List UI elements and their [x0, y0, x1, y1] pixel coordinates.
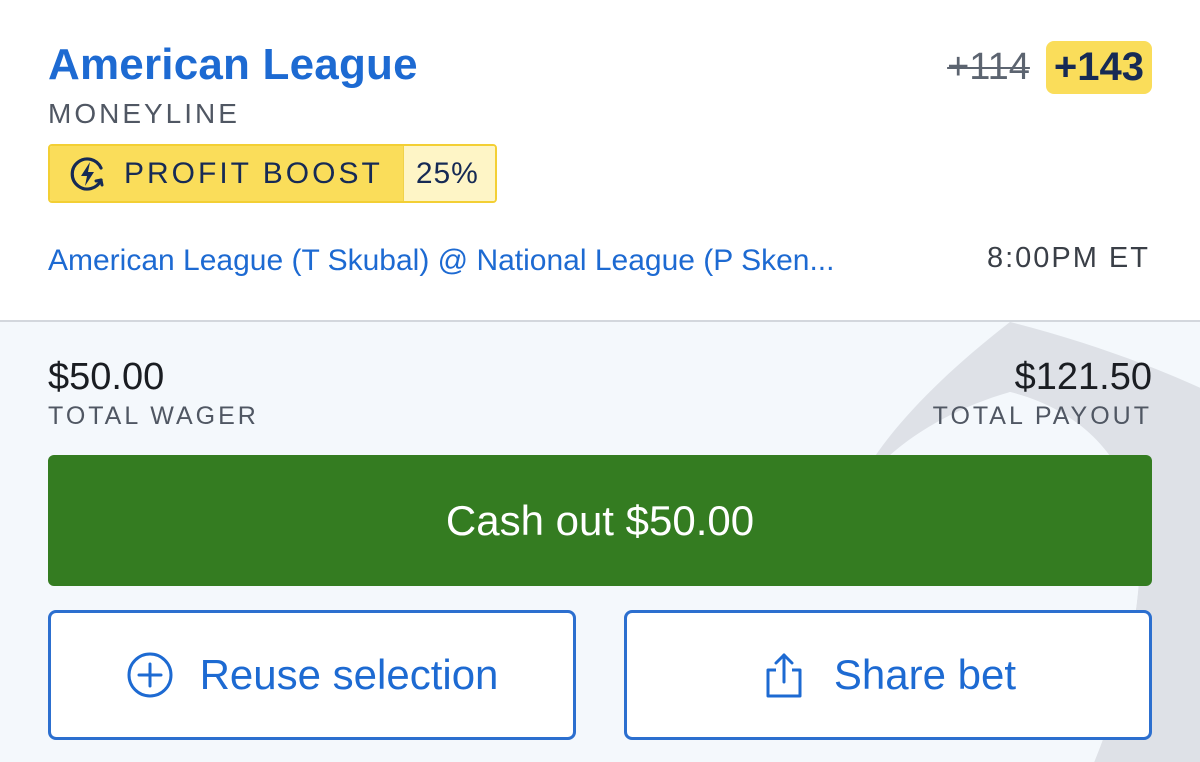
selection-name: American League — [48, 40, 418, 89]
profit-boost-main: PROFIT BOOST — [50, 146, 403, 201]
event-time: 8:00PM ET — [986, 242, 1150, 274]
event-matchup-link[interactable]: American League (T Skubal) @ National Le… — [48, 244, 943, 278]
cash-out-button[interactable]: Cash out $50.00 — [48, 455, 1152, 586]
cash-out-label: Cash out $50.00 — [445, 496, 755, 544]
reuse-selection-button[interactable]: Reuse selection — [48, 610, 576, 740]
original-odds: +114 — [947, 45, 1030, 88]
market-type: MONEYLINE — [48, 98, 240, 129]
reuse-selection-label: Reuse selection — [199, 651, 499, 698]
plus-circle-icon — [126, 651, 174, 699]
profit-boost-label: PROFIT BOOST — [124, 156, 383, 190]
profit-boost-badge: PROFIT BOOST 25% — [48, 144, 497, 203]
share-bet-label: Share bet — [833, 651, 1017, 698]
total-wager-amount: $50.00 — [48, 356, 165, 398]
bet-card: American League MONEYLINE +114 +143 PROF… — [0, 0, 1200, 762]
boosted-odds: +143 — [1045, 40, 1152, 94]
odds-display: +114 +143 — [947, 38, 1152, 96]
total-wager-label: TOTAL WAGER — [48, 402, 259, 430]
bolt-refresh-icon — [68, 154, 108, 194]
total-payout-label: TOTAL PAYOUT — [932, 402, 1152, 430]
share-icon — [760, 651, 808, 699]
bet-header: American League MONEYLINE +114 +143 PROF… — [0, 0, 1200, 322]
profit-boost-percent: 25% — [402, 146, 495, 201]
bet-summary: $50.00 TOTAL WAGER $121.50 TOTAL PAYOUT … — [0, 322, 1200, 762]
total-payout-amount: $121.50 — [1014, 356, 1152, 398]
share-bet-button[interactable]: Share bet — [624, 610, 1152, 740]
